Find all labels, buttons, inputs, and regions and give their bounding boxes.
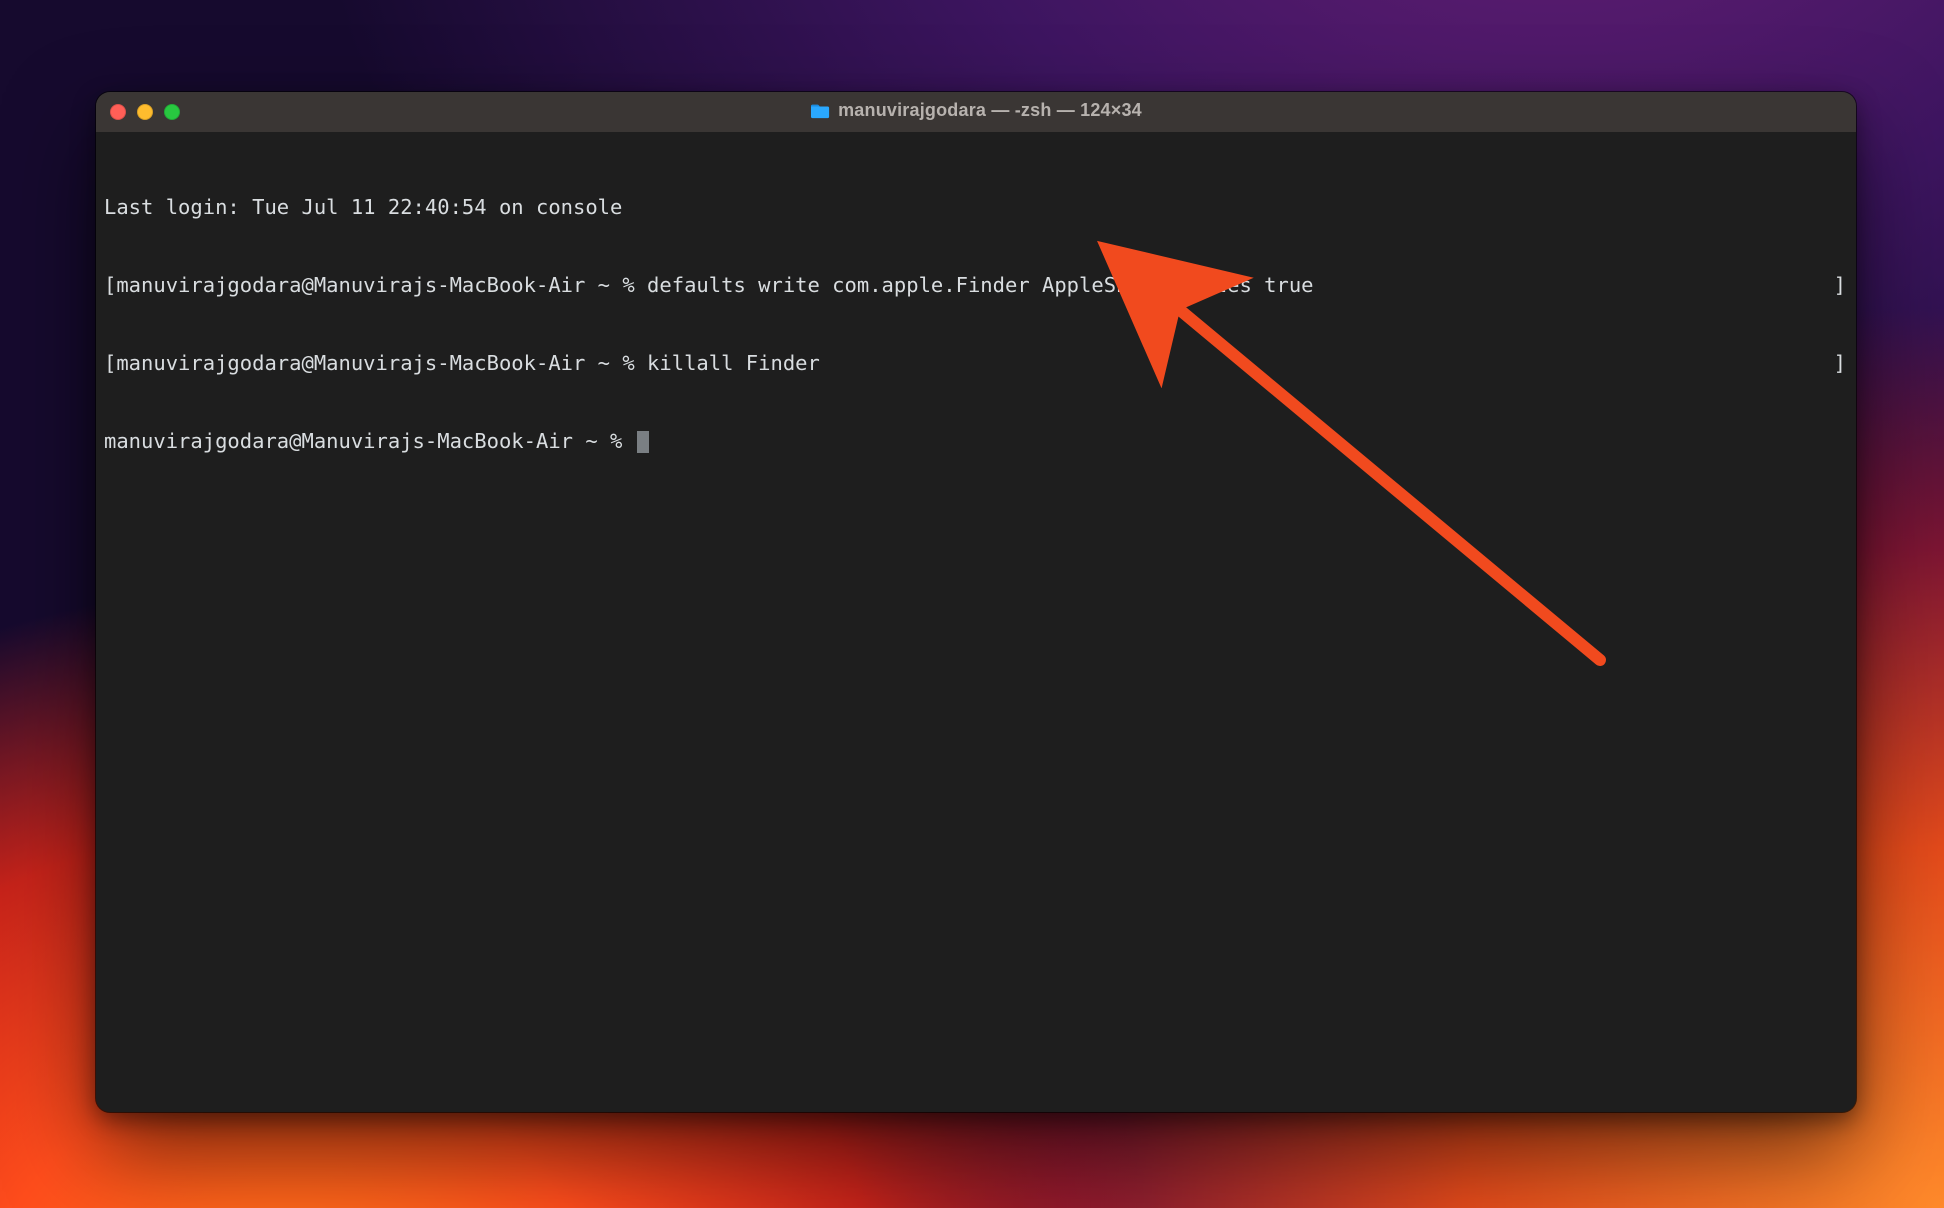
traffic-lights (96, 104, 180, 120)
terminal-line: [manuvirajgodara@Manuvirajs-MacBook-Air … (104, 272, 1848, 298)
terminal-line: Last login: Tue Jul 11 22:40:54 on conso… (104, 194, 1848, 220)
cursor (637, 431, 649, 453)
line-text: manuvirajgodara@Manuvirajs-MacBook-Air ~… (116, 351, 820, 375)
terminal-body[interactable]: Last login: Tue Jul 11 22:40:54 on conso… (96, 132, 1856, 1112)
terminal-prompt-line: manuvirajgodara@Manuvirajs-MacBook-Air ~… (104, 428, 1848, 454)
home-folder-icon (810, 103, 830, 119)
terminal-window[interactable]: manuvirajgodara — -zsh — 124×34 Last log… (96, 92, 1856, 1112)
line-text: Last login: Tue Jul 11 22:40:54 on conso… (104, 195, 622, 219)
window-title: manuvirajgodara — -zsh — 124×34 (838, 100, 1142, 121)
terminal-line: [manuvirajgodara@Manuvirajs-MacBook-Air … (104, 350, 1848, 376)
line-text: manuvirajgodara@Manuvirajs-MacBook-Air ~… (116, 273, 1313, 297)
zoom-button[interactable] (164, 104, 180, 120)
minimize-button[interactable] (137, 104, 153, 120)
titlebar[interactable]: manuvirajgodara — -zsh — 124×34 (96, 92, 1856, 133)
close-button[interactable] (110, 104, 126, 120)
line-text: manuvirajgodara@Manuvirajs-MacBook-Air ~… (104, 429, 635, 453)
